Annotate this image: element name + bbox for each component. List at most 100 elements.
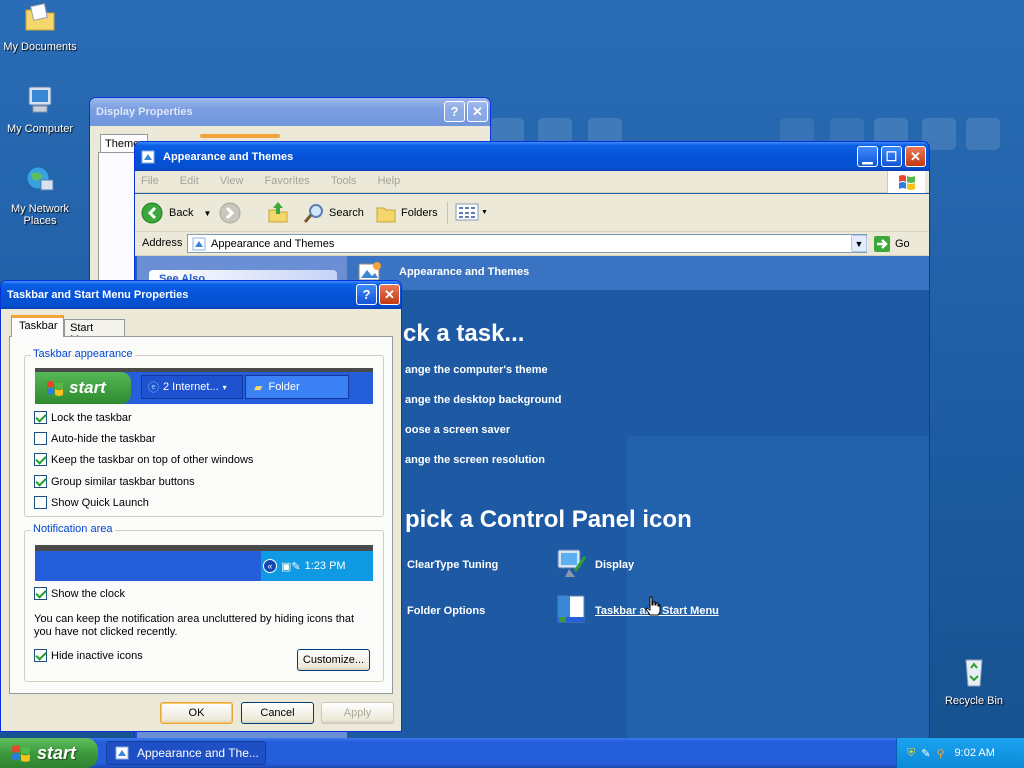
group-legend: Notification area bbox=[31, 523, 115, 535]
address-input[interactable]: Appearance and Themes bbox=[187, 234, 867, 253]
windows-flag-icon bbox=[47, 381, 63, 396]
go-arrow-icon bbox=[874, 236, 890, 252]
task-link-resolution[interactable]: ange the screen resolution bbox=[405, 454, 545, 466]
menu-edit[interactable]: Edit bbox=[180, 175, 199, 187]
checkbox[interactable] bbox=[34, 587, 47, 600]
content-area: ck a task... ange the computer's theme a… bbox=[347, 290, 929, 740]
close-button[interactable]: ✕ bbox=[905, 146, 926, 167]
option-label: Auto-hide the taskbar bbox=[51, 432, 156, 445]
go-label: Go bbox=[895, 238, 910, 250]
search-icon[interactable]: ⚲ bbox=[936, 747, 944, 760]
tab-start-menu[interactable]: Start Menu bbox=[64, 319, 125, 346]
windows-flag-icon bbox=[12, 745, 30, 762]
up-folder-icon[interactable] bbox=[267, 200, 289, 224]
back-button[interactable]: Back ▼ bbox=[141, 202, 211, 224]
maximize-button[interactable]: ☐ bbox=[881, 146, 902, 167]
address-value: Appearance and Themes bbox=[211, 237, 335, 250]
folders-button[interactable]: Folders bbox=[375, 202, 438, 224]
taskbar-item-label: Appearance and The... bbox=[137, 746, 259, 760]
checkbox[interactable] bbox=[34, 496, 47, 509]
display-icon[interactable] bbox=[555, 547, 587, 579]
security-shield-icon[interactable]: ⛨ bbox=[907, 747, 915, 760]
cp-icon-cleartype[interactable]: ClearType Tuning bbox=[407, 559, 498, 571]
address-dropdown-button[interactable]: ▼ bbox=[851, 235, 867, 252]
taskbar-properties-dialog[interactable]: Taskbar and Start Menu Properties ? ✕ Ta… bbox=[0, 280, 402, 732]
chevron-down-icon: ▼ bbox=[854, 238, 864, 249]
network-icon[interactable]: ✎ bbox=[921, 747, 930, 760]
forward-arrow-icon[interactable] bbox=[219, 202, 241, 224]
toolbar-separator bbox=[447, 202, 448, 224]
option-label: Show the clock bbox=[51, 587, 125, 600]
menu-tools[interactable]: Tools bbox=[331, 175, 357, 187]
preview-start-button: start bbox=[35, 372, 131, 404]
folder-documents-icon bbox=[25, 3, 55, 31]
menu-file[interactable]: File bbox=[141, 175, 159, 187]
views-button[interactable]: ▼ bbox=[455, 202, 488, 222]
desktop-icon-recycle-bin[interactable]: Recycle Bin bbox=[934, 656, 1014, 707]
customize-button[interactable]: Customize... bbox=[297, 649, 370, 671]
minimize-button[interactable]: ▁ bbox=[857, 146, 878, 167]
option-keep-on-top[interactable]: Keep the taskbar on top of other windows bbox=[34, 453, 253, 466]
start-button[interactable]: start bbox=[0, 738, 98, 768]
taskbar-item-appearance[interactable]: Appearance and The... bbox=[106, 741, 266, 765]
preview-task-label: 2 Internet... bbox=[163, 381, 219, 393]
search-button[interactable]: Search bbox=[303, 202, 364, 224]
help-button[interactable]: ? bbox=[356, 284, 377, 305]
preview-task-folder: ▰ Folder bbox=[245, 375, 349, 399]
tab-label: Taskbar bbox=[19, 320, 58, 332]
checkbox[interactable] bbox=[34, 411, 47, 424]
desktop-icon-label: My Computer bbox=[6, 123, 74, 135]
task-link-theme[interactable]: ange the computer's theme bbox=[405, 364, 548, 376]
explorer-titlebar[interactable]: Appearance and Themes bbox=[135, 142, 929, 171]
taskbar-start-menu-icon[interactable] bbox=[555, 593, 587, 625]
back-arrow-icon bbox=[141, 202, 163, 224]
ok-button[interactable]: OK bbox=[160, 702, 233, 724]
display-properties-titlebar[interactable]: Display Properties bbox=[90, 98, 490, 126]
option-group-buttons[interactable]: Group similar taskbar buttons bbox=[34, 475, 195, 488]
option-label: Lock the taskbar bbox=[51, 411, 132, 424]
desktop-icon-my-computer[interactable]: My Computer bbox=[0, 84, 80, 135]
tray-icons: ▣✎ bbox=[281, 560, 301, 573]
option-hide-inactive[interactable]: Hide inactive icons bbox=[34, 649, 143, 662]
help-button[interactable]: ? bbox=[444, 101, 465, 122]
close-button[interactable]: ✕ bbox=[379, 284, 400, 305]
dialog-titlebar[interactable]: Taskbar and Start Menu Properties bbox=[1, 281, 401, 309]
cancel-button[interactable]: Cancel bbox=[241, 702, 314, 724]
task-link-screensaver[interactable]: oose a screen saver bbox=[405, 424, 510, 436]
pick-task-heading: ck a task... bbox=[403, 320, 525, 347]
hand-cursor-icon bbox=[645, 596, 661, 616]
menu-help[interactable]: Help bbox=[378, 175, 401, 187]
address-bar: Address Appearance and Themes ▼ Go bbox=[135, 232, 929, 256]
system-tray: ⛨ ✎ ⚲ 9:02 AM bbox=[896, 738, 1024, 768]
taskbar: start Appearance and The... ⛨ ✎ ⚲ 9:02 A… bbox=[0, 738, 1024, 768]
address-label: Address bbox=[142, 237, 183, 249]
desktop-icon-my-documents[interactable]: My Documents bbox=[0, 2, 80, 53]
cp-icon-display[interactable]: Display bbox=[595, 559, 634, 571]
tray-clock[interactable]: 9:02 AM bbox=[955, 747, 995, 759]
menu-favorites[interactable]: Favorites bbox=[265, 175, 310, 187]
preview-clock: 1:23 PM bbox=[304, 560, 346, 572]
close-button[interactable]: ✕ bbox=[467, 101, 488, 122]
checkbox[interactable] bbox=[34, 453, 47, 466]
tab-taskbar[interactable]: Taskbar bbox=[11, 315, 64, 337]
chevron-down-icon: ▼ bbox=[481, 208, 488, 216]
control-panel-icon bbox=[192, 237, 206, 250]
windows-logo bbox=[887, 171, 925, 193]
task-link-background[interactable]: ange the desktop background bbox=[405, 394, 561, 406]
checkbox[interactable] bbox=[34, 432, 47, 445]
cp-icon-folder-options[interactable]: Folder Options bbox=[407, 605, 485, 617]
chevron-down-icon[interactable]: ▼ bbox=[203, 209, 211, 218]
go-button[interactable]: Go bbox=[873, 235, 910, 253]
desktop-icon-my-network-places[interactable]: My Network Places bbox=[0, 164, 80, 227]
apply-button[interactable]: Apply bbox=[321, 702, 394, 724]
option-lock-taskbar[interactable]: Lock the taskbar bbox=[34, 411, 132, 424]
checkbox[interactable] bbox=[34, 649, 47, 662]
computer-icon bbox=[28, 86, 52, 113]
menu-view[interactable]: View bbox=[220, 175, 244, 187]
option-quick-launch[interactable]: Show Quick Launch bbox=[34, 496, 149, 509]
option-show-clock[interactable]: Show the clock bbox=[34, 587, 125, 600]
checkbox[interactable] bbox=[34, 475, 47, 488]
windows-flag-icon bbox=[898, 175, 915, 190]
notification-note: You can keep the notification area unclu… bbox=[34, 613, 355, 638]
option-auto-hide[interactable]: Auto-hide the taskbar bbox=[34, 432, 156, 445]
